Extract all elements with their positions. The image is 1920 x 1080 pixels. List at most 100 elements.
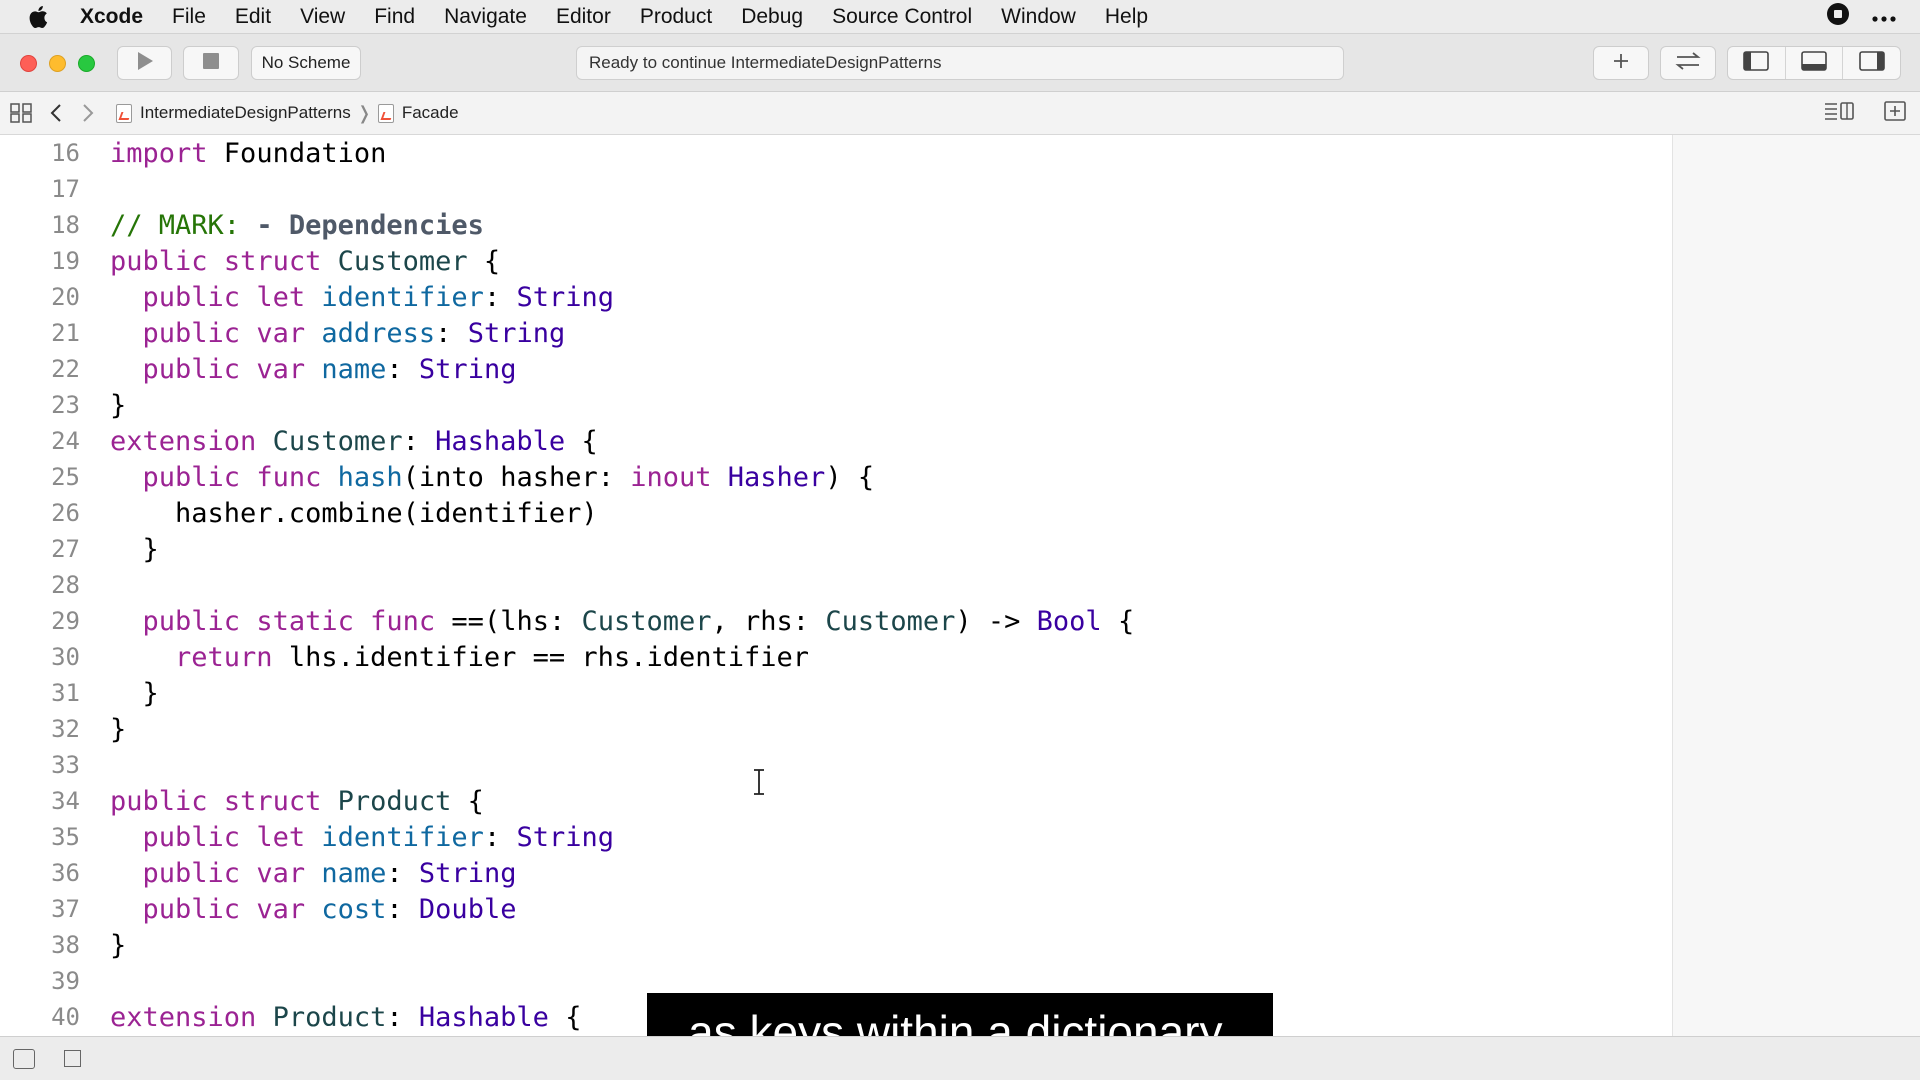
code-line[interactable]: 19 public struct Customer { [0, 243, 1672, 279]
breadcrumb-project[interactable]: IntermediateDesignPatterns [116, 103, 351, 123]
plus-icon [1612, 52, 1630, 75]
code-line[interactable]: 23} [0, 387, 1672, 423]
code-line[interactable]: 35 public let identifier: String [0, 819, 1672, 855]
code-line[interactable]: 17 [0, 171, 1672, 207]
code-line[interactable]: 20 public let identifier: String [0, 279, 1672, 315]
line-number: 38 [51, 931, 80, 959]
breadcrumb-file[interactable]: Facade [377, 103, 459, 123]
menu-find[interactable]: Find [374, 5, 415, 29]
code-text: public struct Customer { [110, 245, 501, 277]
menu-navigate[interactable]: Navigate [444, 5, 527, 29]
breadcrumb-file-label: Facade [401, 103, 459, 122]
code-line[interactable]: 33 [0, 747, 1672, 783]
line-number: 39 [51, 967, 80, 995]
code-line[interactable]: 24 extension Customer: Hashable { [0, 423, 1672, 459]
code-text: public var name: String [142, 353, 517, 385]
code-text: public static func ==(lhs: Customer, rhs… [142, 605, 1135, 637]
screen-record-icon[interactable] [1826, 2, 1850, 32]
stop-icon [202, 52, 220, 75]
code-text: } [110, 389, 127, 421]
menu-view[interactable]: View [300, 5, 345, 29]
code-line[interactable]: 21 public var address: String [0, 315, 1672, 351]
activity-status: Ready to continue IntermediateDesignPatt… [576, 46, 1344, 80]
source-editor[interactable]: 16 import Foundation 17 18 // MARK: - Depend… [0, 135, 1672, 1036]
more-icon[interactable] [1872, 5, 1896, 29]
bottom-panel-icon [1801, 50, 1827, 76]
line-number: 23 [51, 391, 80, 419]
menu-editor[interactable]: Editor [556, 5, 611, 29]
code-text: public let identifier: String [142, 281, 614, 313]
run-button[interactable] [117, 46, 172, 80]
code-line[interactable]: 25 public func hash(into hasher: inout H… [0, 459, 1672, 495]
line-number: 16 [51, 139, 80, 167]
menu-source-control[interactable]: Source Control [832, 5, 972, 29]
code-line[interactable]: 22 public var name: String [0, 351, 1672, 387]
breadcrumb-separator-icon: ❭ [356, 102, 372, 123]
code-line[interactable]: 18 // MARK: - Dependencies [0, 207, 1672, 243]
forward-chevron-icon[interactable] [82, 103, 94, 123]
close-window-button[interactable] [20, 55, 37, 72]
add-editor-icon[interactable] [1884, 101, 1906, 126]
menu-window[interactable]: Window [1001, 5, 1076, 29]
apple-icon[interactable] [28, 5, 58, 29]
code-text: public var cost: Double [142, 893, 517, 925]
line-number: 19 [51, 247, 80, 275]
right-panel-icon [1858, 50, 1885, 76]
line-number: 25 [51, 463, 80, 491]
show-debug-area-icon[interactable] [13, 1049, 35, 1069]
code-line[interactable]: 27 } [0, 531, 1672, 567]
line-number: 33 [51, 751, 80, 779]
line-number: 35 [51, 823, 80, 851]
related-items-icon[interactable] [10, 103, 32, 123]
code-line[interactable]: 16 import Foundation [0, 135, 1672, 171]
swap-arrows-icon [1674, 51, 1702, 76]
code-line[interactable]: 28 [0, 567, 1672, 603]
code-line[interactable]: 31 } [0, 675, 1672, 711]
line-number: 22 [51, 355, 80, 383]
code-line[interactable]: 34 public struct Product { [0, 783, 1672, 819]
code-line[interactable]: 38} [0, 927, 1672, 963]
code-text: } [110, 713, 127, 745]
menu-edit[interactable]: Edit [235, 5, 271, 29]
code-line[interactable]: 30 return lhs.identifier == rhs.identifi… [0, 639, 1672, 675]
minimap[interactable] [1672, 135, 1920, 1036]
scheme-selector[interactable]: No Scheme [251, 46, 361, 80]
code-line[interactable]: 32} [0, 711, 1672, 747]
code-line[interactable]: 26 hasher.combine(identifier) [0, 495, 1672, 531]
left-panel-icon [1743, 50, 1770, 76]
zoom-window-button[interactable] [78, 55, 95, 72]
code-line[interactable]: 37 public var cost: Double [0, 891, 1672, 927]
code-line[interactable]: 36 public var name: String [0, 855, 1672, 891]
code-text: } [110, 533, 159, 565]
minimize-window-button[interactable] [49, 55, 66, 72]
menu-product[interactable]: Product [640, 5, 712, 29]
menu-file[interactable]: File [172, 5, 206, 29]
toggle-inspector-button[interactable] [1843, 47, 1900, 79]
line-number: 29 [51, 607, 80, 635]
window-toolbar: No Scheme Ready to continue Intermediate… [0, 34, 1920, 92]
code-text: import Foundation [110, 137, 387, 169]
editor-options-icon[interactable] [1824, 101, 1854, 126]
code-line[interactable]: 29 public static func ==(lhs: Customer, … [0, 603, 1672, 639]
menu-xcode[interactable]: Xcode [80, 5, 143, 29]
line-number: 36 [51, 859, 80, 887]
stop-button[interactable] [183, 46, 239, 80]
menu-help[interactable]: Help [1105, 5, 1148, 29]
code-text: } [110, 929, 127, 961]
toggle-debug-area-button[interactable] [1786, 47, 1844, 79]
code-text: // MARK: - Dependencies [110, 209, 484, 241]
code-text: return lhs.identifier == rhs.identifier [175, 641, 810, 673]
library-button[interactable] [1593, 46, 1649, 80]
toggle-navigator-button[interactable] [1728, 47, 1786, 79]
back-chevron-icon[interactable] [50, 103, 62, 123]
breakpoints-icon[interactable] [64, 1050, 81, 1067]
line-number: 34 [51, 787, 80, 815]
debug-bar [0, 1036, 1920, 1080]
code-text: public var name: String [142, 857, 517, 889]
menu-debug[interactable]: Debug [741, 5, 803, 29]
line-number: 24 [51, 427, 80, 455]
code-review-button[interactable] [1660, 46, 1716, 80]
line-number: 28 [51, 571, 80, 599]
code-text: extension Customer: Hashable { [110, 425, 598, 457]
breadcrumb-project-label: IntermediateDesignPatterns [140, 103, 351, 122]
